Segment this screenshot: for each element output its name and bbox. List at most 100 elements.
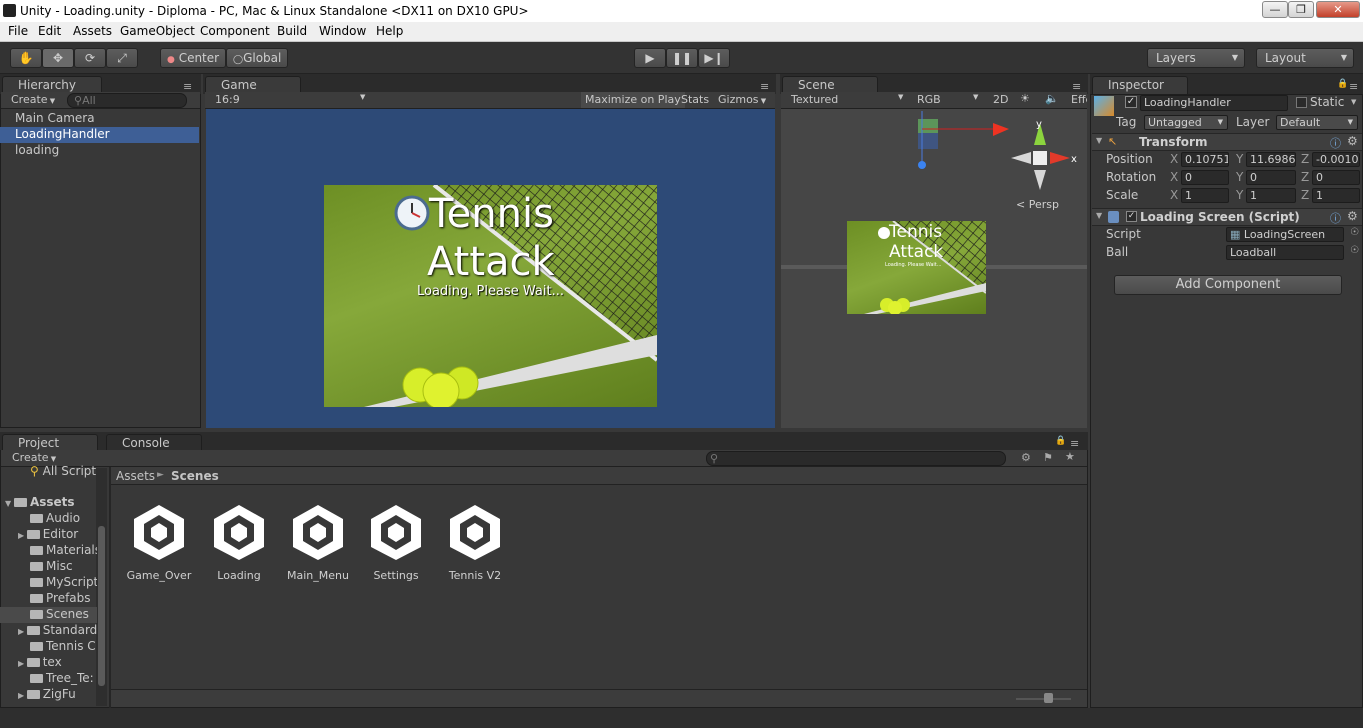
aspect-dropdown-arrow[interactable]: ▼ [360,93,365,101]
panel-menu-icon[interactable]: ≡ [1070,437,1079,450]
tree-item-materials[interactable]: Materials [0,543,97,559]
tree-item-assets[interactable]: ▼ Assets [0,495,97,511]
scale-tool-button[interactable]: ⤢ [106,48,138,68]
tag-dropdown[interactable]: Untagged ▼ [1144,115,1228,130]
component-enabled-checkbox[interactable]: ✓ [1126,211,1137,222]
render-dropdown-arrow[interactable]: ▼ [973,93,978,101]
hierarchy-item-loading[interactable]: loading [0,143,199,159]
scene-view[interactable]: y x < Persp Tennis Attack Loading. Pleas… [781,109,1087,428]
lock-icon[interactable]: 🔒 [1055,436,1066,446]
filter-label-icon[interactable]: ⚑ [1043,451,1053,464]
expand-arrow-icon[interactable]: ▶ [18,659,27,668]
position-y-field[interactable]: 11.6986 [1246,152,1296,167]
asset-scene-loading[interactable]: Loading [201,502,277,582]
help-icon[interactable]: ⓘ [1330,210,1341,226]
lighting-icon[interactable]: ☀ [1020,92,1030,105]
tab-inspector[interactable]: Inspector [1092,76,1188,94]
foldout-arrow-icon[interactable]: ▼ [1096,136,1102,145]
close-button[interactable]: ✕ [1316,1,1360,18]
aspect-dropdown[interactable]: 16:9 [215,93,240,106]
rotation-x-field[interactable]: 0 [1181,170,1229,185]
tree-item-standard[interactable]: ▶ Standard [0,623,97,639]
breadcrumb-assets[interactable]: Assets [116,469,155,483]
script-field[interactable]: ▦ LoadingScreen [1226,227,1344,242]
layer-dropdown[interactable]: Default ▼ [1276,115,1358,130]
tree-scrollbar-thumb[interactable] [98,526,105,686]
move-tool-button[interactable]: ✥ [42,48,74,68]
expand-arrow-icon[interactable]: ▶ [18,531,27,540]
menu-build[interactable]: Build [277,24,307,38]
menu-edit[interactable]: Edit [38,24,61,38]
asset-scene-main-menu[interactable]: Main_Menu [280,502,356,582]
position-z-field[interactable]: -0.0010 [1312,152,1360,167]
play-button[interactable]: ▶ [634,48,666,68]
object-picker-icon[interactable]: ☉ [1350,245,1359,256]
gear-icon[interactable]: ⚙ [1347,209,1358,223]
render-mode-dropdown[interactable]: RGB [917,93,941,106]
layout-dropdown[interactable]: Layout ▼ [1256,48,1354,68]
gear-icon[interactable]: ⚙ [1347,134,1358,148]
scale-y-field[interactable]: 1 [1246,188,1296,203]
tree-item-all-scripts[interactable]: ⚲ All Script [0,464,97,480]
add-component-button[interactable]: Add Component [1114,275,1342,295]
lock-icon[interactable]: 🔒 [1337,79,1348,89]
pivot-toggle[interactable]: ● Center [160,48,226,68]
scale-x-field[interactable]: 1 [1181,188,1229,203]
asset-scene-settings[interactable]: Settings [358,502,434,582]
rotation-y-field[interactable]: 0 [1246,170,1296,185]
static-dropdown-arrow[interactable]: ▼ [1351,98,1356,106]
gizmos-dropdown[interactable]: Gizmos ▼ [718,93,766,106]
filter-type-icon[interactable]: ⚙ [1021,451,1031,464]
help-icon[interactable]: ⓘ [1330,135,1341,151]
hierarchy-create-dropdown[interactable]: Create ▼ [11,93,55,106]
tree-item-audio[interactable]: Audio [0,511,97,527]
persp-toggle[interactable]: < Persp [1016,198,1059,211]
panel-menu-icon[interactable]: ≡ [1349,80,1358,93]
menu-file[interactable]: File [8,24,28,38]
position-x-field[interactable]: 0.10751 [1181,152,1229,167]
scale-z-field[interactable]: 1 [1312,188,1360,203]
project-create-dropdown[interactable]: Create ▼ [12,451,56,464]
pause-button[interactable]: ❚❚ [666,48,698,68]
tree-scrollbar[interactable] [96,468,107,706]
maximize-button[interactable]: ❐ [1288,1,1314,18]
active-checkbox[interactable]: ✓ [1125,96,1137,108]
menu-window[interactable]: Window [319,24,366,38]
asset-scene-tennis-v2[interactable]: Tennis V2 [437,502,513,582]
menu-gameobject[interactable]: GameObject [120,24,195,38]
tree-item-prefabs[interactable]: Prefabs [0,591,97,607]
asset-scene-game-over[interactable]: Game_Over [121,502,197,582]
layers-dropdown[interactable]: Layers ▼ [1147,48,1245,68]
minimize-button[interactable]: — [1262,1,1288,18]
shading-dropdown-arrow[interactable]: ▼ [898,93,903,101]
object-name-field[interactable]: LoadingHandler [1140,95,1288,111]
icon-size-slider-thumb[interactable] [1044,693,1053,703]
space-toggle[interactable]: ◯Global [226,48,288,68]
maximize-on-play-toggle[interactable]: Maximize on Play [581,92,685,108]
loading-screen-component-header[interactable]: ▼ ✓ Loading Screen (Script) ⓘ ⚙ [1092,208,1362,226]
hierarchy-item-loadinghandler[interactable]: LoadingHandler [0,127,199,143]
rotate-tool-button[interactable]: ⟳ [74,48,106,68]
tree-item-tex[interactable]: ▶ tex [0,655,97,671]
hierarchy-search-input[interactable]: ⚲All [67,93,187,108]
project-splitter[interactable] [109,467,111,708]
step-button[interactable]: ▶❙ [698,48,730,68]
audio-icon[interactable]: 🔈 [1045,92,1059,105]
project-search-input[interactable]: ⚲ [706,451,1006,466]
2d-toggle[interactable]: 2D [993,93,1008,106]
tree-item-zigfu[interactable]: ▶ ZigFu [0,687,97,703]
tree-item-myscript[interactable]: MyScript [0,575,97,591]
object-picker-icon[interactable]: ☉ [1350,227,1359,238]
hand-tool-button[interactable]: ✋ [10,48,42,68]
orientation-gizmo[interactable]: y x [996,115,1086,200]
tree-item-scenes[interactable]: Scenes [0,607,97,623]
menu-assets[interactable]: Assets [73,24,112,38]
stats-toggle[interactable]: Stats [681,93,709,106]
transform-header[interactable]: ▼ ↖ Transform ⓘ ⚙ [1092,133,1362,151]
static-checkbox[interactable] [1296,97,1307,108]
rotation-z-field[interactable]: 0 [1312,170,1360,185]
expand-arrow-icon[interactable]: ▼ [5,499,14,508]
tree-item-tennis[interactable]: Tennis C [0,639,97,655]
tree-item-editor[interactable]: ▶ Editor [0,527,97,543]
menu-help[interactable]: Help [376,24,403,38]
